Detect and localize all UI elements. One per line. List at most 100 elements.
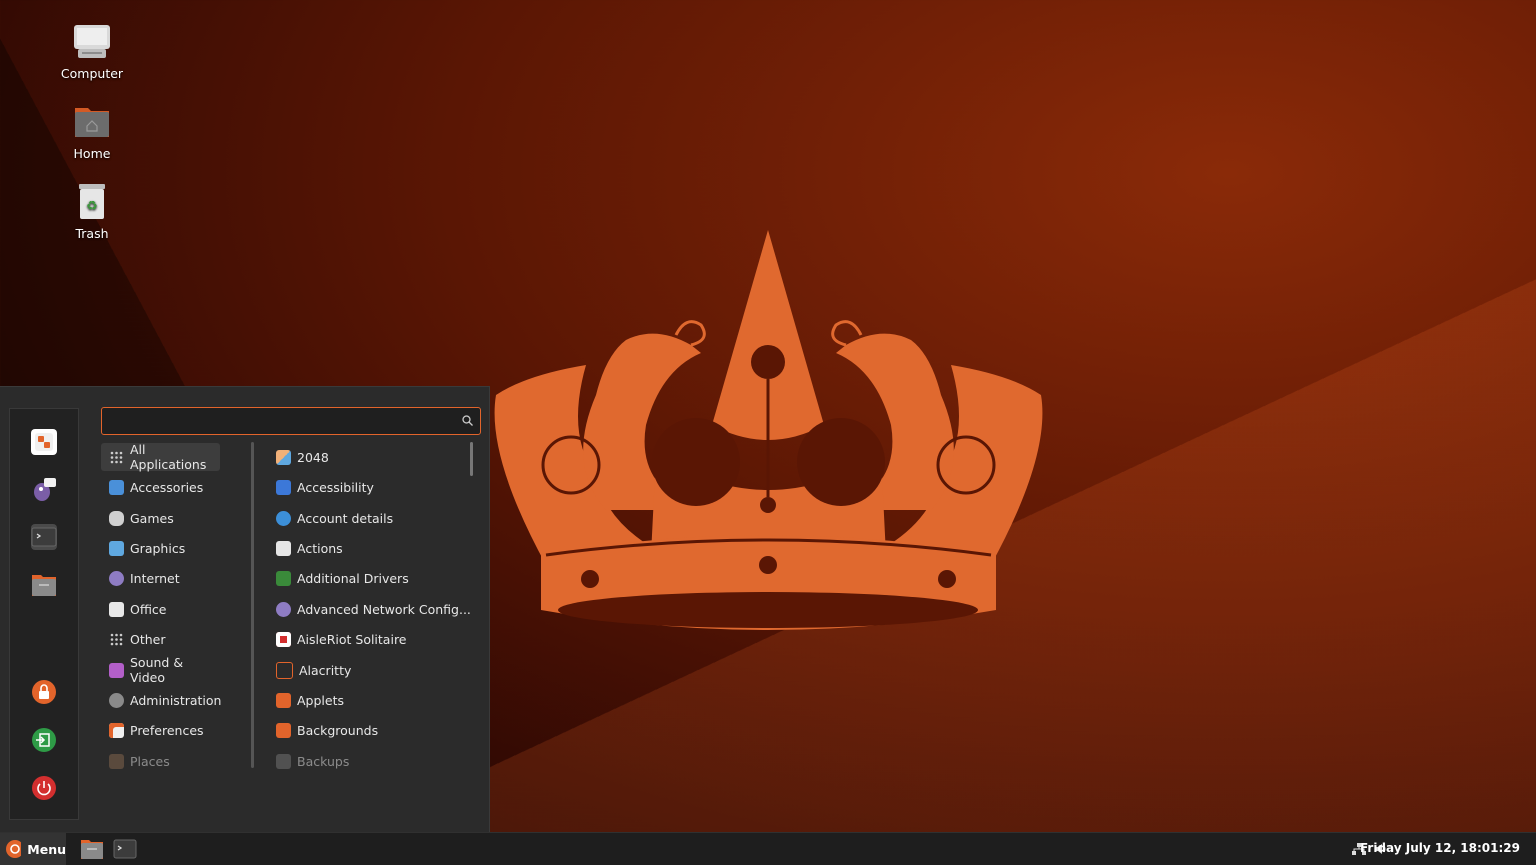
- app-backgrounds[interactable]: Backgrounds: [268, 716, 468, 744]
- gamepad-icon: [109, 510, 124, 526]
- app-aisleriot-solitaire[interactable]: AisleRiot Solitaire: [268, 625, 468, 653]
- desktop-icon-label: Trash: [75, 226, 109, 241]
- search-icon: [462, 415, 473, 426]
- user-icon: [276, 510, 291, 526]
- terminal-launcher[interactable]: [113, 837, 137, 861]
- app-label: Actions: [297, 540, 343, 556]
- lock-icon[interactable]: [31, 679, 57, 705]
- app-label: Backups: [297, 753, 350, 769]
- alacritty-icon: [276, 661, 293, 679]
- category-preferences[interactable]: Preferences: [101, 716, 220, 744]
- start-menu: All Applications Accessories Games Graph…: [0, 386, 490, 833]
- category-label: Graphics: [130, 540, 186, 556]
- pidgin-icon[interactable]: [31, 476, 57, 502]
- list-icon: [276, 540, 291, 556]
- accessibility-icon: [276, 479, 291, 495]
- app-label: Advanced Network Config...: [297, 601, 471, 617]
- category-administration[interactable]: Administration: [101, 686, 222, 714]
- category-label: All Applications: [130, 442, 207, 472]
- media-icon: [109, 662, 124, 678]
- desktop-icon-computer[interactable]: Computer: [52, 22, 132, 81]
- wallpaper-crown-logo: [494, 230, 1043, 630]
- app-alacritty[interactable]: Alacritty: [268, 656, 468, 684]
- terminal-icon[interactable]: [31, 524, 57, 550]
- search-field[interactable]: [101, 407, 481, 435]
- category-label: Internet: [130, 570, 180, 586]
- category-accessories[interactable]: Accessories: [101, 473, 220, 501]
- backgrounds-icon: [276, 722, 291, 738]
- app-label: Additional Drivers: [297, 570, 409, 586]
- admin-icon: [109, 692, 124, 708]
- app-actions[interactable]: Actions: [268, 534, 468, 562]
- app-backups[interactable]: Backups: [268, 747, 468, 775]
- document-icon: [109, 601, 124, 617]
- category-label: Other: [130, 631, 166, 647]
- app-accessibility[interactable]: Accessibility: [268, 473, 468, 501]
- 2048-icon: [276, 449, 291, 465]
- category-label: Preferences: [130, 722, 204, 738]
- terminal-icon: [113, 839, 137, 859]
- category-other[interactable]: Other: [101, 625, 220, 653]
- chip-icon: [276, 570, 291, 586]
- app-label: Account details: [297, 510, 394, 526]
- taskbar: Menu Friday July 12, 18:01:29: [0, 832, 1536, 865]
- categories-scrollbar[interactable]: [251, 442, 254, 768]
- preferences-icon: [109, 722, 124, 738]
- desktop-icon-trash[interactable]: ♻ Trash: [52, 182, 132, 241]
- category-label: Sound & Video: [130, 655, 184, 685]
- power-icon[interactable]: [31, 775, 57, 801]
- app-label: 2048: [297, 449, 329, 465]
- folder-icon: [81, 840, 103, 859]
- app-label: Applets: [297, 692, 344, 708]
- desktop-icon-label: Home: [73, 146, 111, 161]
- home-folder-icon: [72, 102, 112, 142]
- app-label: Alacritty: [299, 662, 352, 678]
- app-2048[interactable]: 2048: [268, 443, 468, 471]
- desktop-icon-label: Computer: [60, 66, 124, 81]
- menu-button[interactable]: Menu: [0, 833, 66, 865]
- image-icon: [109, 540, 124, 556]
- app-label: Accessibility: [297, 479, 374, 495]
- app-label: Backgrounds: [297, 722, 379, 738]
- search-input[interactable]: [108, 411, 452, 431]
- category-internet[interactable]: Internet: [101, 564, 220, 592]
- category-label: Administration: [130, 692, 222, 708]
- logout-icon[interactable]: [31, 727, 57, 753]
- globe-icon: [109, 570, 124, 586]
- app-applets[interactable]: Applets: [268, 686, 468, 714]
- menu-button-label: Menu: [27, 841, 66, 857]
- folder-icon: [109, 753, 124, 769]
- backups-icon: [276, 753, 291, 769]
- category-sound-video[interactable]: Sound & Video: [101, 655, 220, 685]
- category-places[interactable]: Places: [101, 747, 220, 775]
- cards-icon: [276, 631, 291, 647]
- accessories-icon: [109, 479, 124, 495]
- applets-icon: [276, 692, 291, 708]
- computer-icon: [72, 22, 112, 62]
- category-label: Accessories: [130, 479, 204, 495]
- category-games[interactable]: Games: [101, 504, 220, 532]
- files-launcher[interactable]: [80, 837, 104, 861]
- settings-icon[interactable]: [31, 429, 57, 455]
- svg-text:♻: ♻: [86, 199, 98, 214]
- favorites-bar: [9, 408, 79, 820]
- category-label: Games: [130, 510, 174, 526]
- grid-icon: [109, 632, 124, 647]
- network-icon: [276, 601, 291, 617]
- ubuntu-cinnamon-logo-icon: [6, 840, 22, 858]
- app-account-details[interactable]: Account details: [268, 504, 468, 532]
- desktop-icon-home[interactable]: Home: [52, 102, 132, 161]
- files-icon[interactable]: [31, 572, 57, 598]
- category-graphics[interactable]: Graphics: [101, 534, 220, 562]
- category-label: Office: [130, 601, 167, 617]
- app-additional-drivers[interactable]: Additional Drivers: [268, 564, 468, 592]
- clock[interactable]: Friday July 12, 18:01:29: [1360, 841, 1520, 855]
- category-office[interactable]: Office: [101, 595, 220, 623]
- apps-scrollbar[interactable]: [470, 442, 473, 476]
- trash-icon: ♻: [72, 182, 112, 222]
- app-advanced-network-config[interactable]: Advanced Network Config...: [268, 595, 471, 623]
- grid-icon: [109, 450, 124, 465]
- category-label: Places: [130, 753, 170, 769]
- category-all-applications[interactable]: All Applications: [101, 442, 220, 472]
- app-label: AisleRiot Solitaire: [297, 631, 407, 647]
